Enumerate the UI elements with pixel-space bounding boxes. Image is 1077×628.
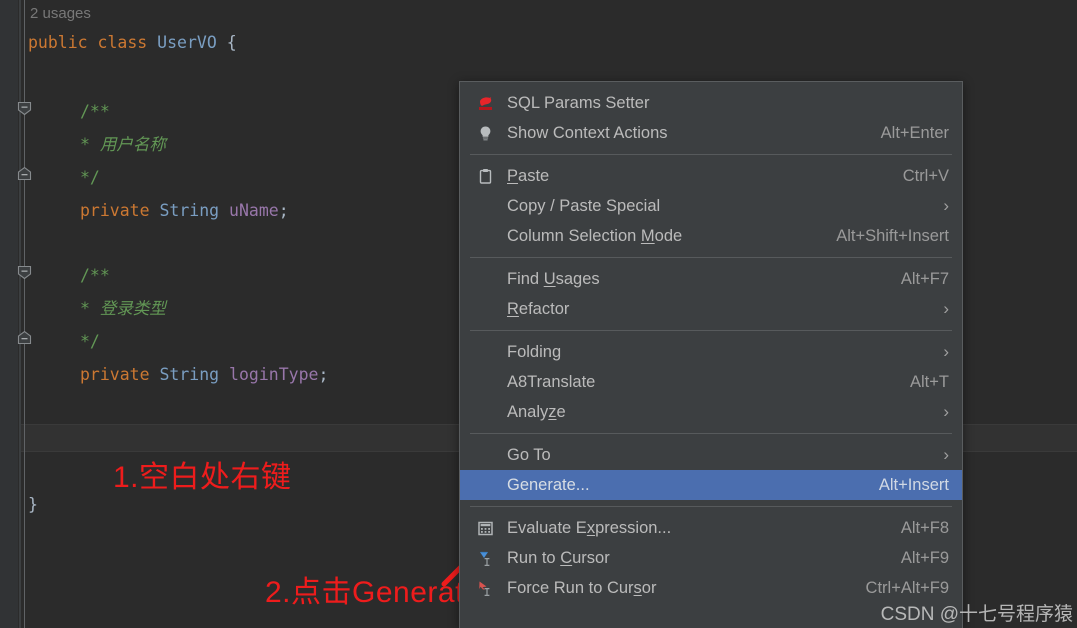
chevron-right-icon: › [943, 196, 949, 215]
menu-item-find-usages[interactable]: Find Usages Alt+F7 [460, 264, 962, 294]
menu-item-folding[interactable]: Folding › [460, 337, 962, 367]
menu-item-shortcut: Alt+Insert [878, 475, 949, 494]
mybatis-icon [477, 93, 507, 113]
code-token: private [80, 365, 160, 384]
code-token: * [80, 299, 100, 318]
code-token: * [80, 135, 100, 154]
code-token: /** [80, 266, 110, 285]
menu-item-shortcut: Alt+Enter [880, 123, 949, 142]
code-token: loginType [229, 365, 319, 384]
menu-item-shortcut: Ctrl+V [902, 166, 949, 185]
menu-item-column-selection-mode[interactable]: Column Selection Mode Alt+Shift+Insert [460, 221, 962, 251]
menu-item-no-icon [477, 196, 507, 216]
menu-item-copy-paste-special[interactable]: Copy / Paste Special › [460, 191, 962, 221]
menu-item-label: Force Run to Cursor [507, 578, 657, 597]
code-token: String [159, 365, 230, 384]
menu-item-analyze[interactable]: Analyze › [460, 397, 962, 427]
code-line: */ [80, 161, 100, 194]
menu-item-shortcut: Ctrl+Alt+F9 [865, 578, 949, 597]
menu-item-paste[interactable]: Paste Ctrl+V [460, 161, 962, 191]
code-token: class [97, 33, 158, 52]
menu-item-show-context-actions[interactable]: Show Context Actions Alt+Enter [460, 118, 962, 148]
code-token: 登录类型 [99, 299, 166, 318]
calculator-icon [477, 518, 507, 538]
code-token: { [216, 33, 237, 52]
chevron-right-icon: › [943, 342, 949, 361]
code-token: String [159, 201, 230, 220]
code-line: } [28, 488, 38, 521]
menu-item-a8translate[interactable]: A8Translate Alt+T [460, 367, 962, 397]
menu-item-no-icon [477, 299, 507, 319]
code-token: } [28, 495, 38, 514]
menu-item-shortcut: Alt+F9 [900, 548, 949, 567]
menu-item-refactor[interactable]: Refactor › [460, 294, 962, 324]
menu-item-label: Show Context Actions [507, 123, 668, 142]
menu-item-label: Generate... [507, 475, 590, 494]
clipboard-icon [477, 166, 507, 186]
code-token: uName [229, 201, 279, 220]
code-line: * 用户名称 [80, 128, 166, 161]
force-run-to-cursor-icon [477, 578, 507, 598]
menu-item-generate[interactable]: Generate... Alt+Insert [460, 470, 962, 500]
menu-item-label: Copy / Paste Special [507, 196, 661, 215]
menu-item-no-icon [477, 372, 507, 392]
menu-item-shortcut: Alt+Shift+Insert [836, 226, 949, 245]
code-token: */ [80, 332, 100, 351]
menu-item-label: A8Translate [507, 372, 596, 391]
menu-item-no-icon [477, 402, 507, 422]
menu-item-no-icon [477, 269, 507, 289]
code-token: ; [318, 365, 329, 384]
menu-separator [470, 330, 952, 331]
code-line: /** [80, 95, 110, 128]
menu-item-shortcut: Alt+F7 [900, 269, 949, 288]
run-to-cursor-icon [477, 548, 507, 568]
menu-item-label: Run to Cursor [507, 548, 610, 567]
code-line: private String loginType; [80, 358, 328, 391]
menu-item-shortcut: Alt+F8 [900, 518, 949, 537]
menu-item-label: Folding [507, 342, 562, 361]
menu-item-force-run-to-cursor[interactable]: Force Run to Cursor Ctrl+Alt+F9 [460, 573, 962, 603]
code-line: private String uName; [80, 194, 289, 227]
menu-item-label: Analyze [507, 402, 566, 421]
menu-item-run-to-cursor[interactable]: Run to Cursor Alt+F9 [460, 543, 962, 573]
editor-context-menu[interactable]: SQL Params Setter Show Context Actions Alt… [459, 81, 963, 628]
menu-item-label: Go To [507, 445, 551, 464]
menu-item-evaluate-expression[interactable]: Evaluate Expression... Alt+F8 [460, 513, 962, 543]
menu-item-no-icon [477, 226, 507, 246]
chevron-right-icon: › [943, 299, 949, 318]
lightbulb-icon [477, 123, 507, 143]
menu-item-label: SQL Params Setter [507, 93, 650, 112]
code-token: UserVO [157, 33, 217, 52]
menu-item-label: Column Selection Mode [507, 226, 683, 245]
menu-item-label: Paste [507, 166, 550, 185]
code-line: public class UserVO { [28, 26, 237, 59]
code-token: private [80, 201, 160, 220]
menu-item-sql-params-setter[interactable]: SQL Params Setter [460, 88, 962, 118]
code-token: /** [80, 102, 110, 121]
menu-item-label: Evaluate Expression... [507, 518, 672, 537]
code-token: ; [278, 201, 289, 220]
menu-separator [470, 154, 952, 155]
menu-item-label: Refactor [507, 299, 570, 318]
code-token: 用户名称 [99, 135, 166, 154]
menu-item-no-icon [477, 445, 507, 465]
code-token: public [28, 33, 98, 52]
chevron-right-icon: › [943, 402, 949, 421]
code-line: * 登录类型 [80, 292, 166, 325]
menu-separator [470, 257, 952, 258]
ide-screenshot: 2 usages public class UserVO {/** * 用户名称 *… [0, 0, 1077, 628]
menu-separator [470, 433, 952, 434]
menu-item-label: Find Usages [507, 269, 600, 288]
menu-item-no-icon [477, 475, 507, 495]
chevron-right-icon: › [943, 445, 949, 464]
menu-item-no-icon [477, 342, 507, 362]
code-token: */ [80, 168, 100, 187]
menu-separator [470, 506, 952, 507]
menu-item-go-to[interactable]: Go To › [460, 440, 962, 470]
code-line: /** [80, 259, 110, 292]
annotation-step-1: 1.空白处右键 [113, 461, 292, 494]
menu-item-shortcut: Alt+T [910, 372, 949, 391]
code-line: */ [80, 325, 100, 358]
